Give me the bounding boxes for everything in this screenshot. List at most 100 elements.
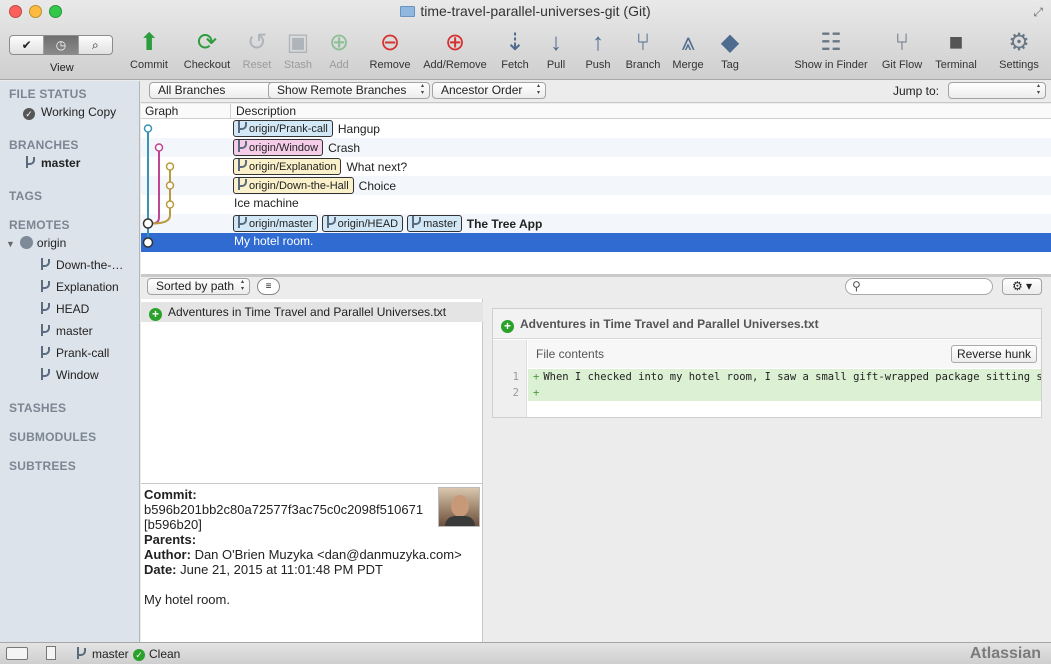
- toolbar-button-label: Push: [585, 59, 611, 71]
- commit-button[interactable]: ⬆ Commit: [128, 29, 170, 72]
- commit-message: Ice machine: [234, 196, 299, 210]
- clean-check-icon: ✓: [133, 649, 145, 661]
- push-button[interactable]: ↑ Push: [579, 30, 617, 72]
- search-view-button[interactable]: ⌕: [79, 36, 112, 54]
- disclosure-triangle-icon[interactable]: ▼: [6, 239, 15, 249]
- branch-label-badge[interactable]: origin/Prank-call: [233, 120, 333, 137]
- remote-branch-label: master: [56, 324, 93, 338]
- stashes-header[interactable]: STASHES: [9, 401, 66, 415]
- commit-message: My hotel room.: [144, 592, 230, 607]
- git-flow-button[interactable]: ⑂ Git Flow: [879, 30, 925, 72]
- fullscreen-icon[interactable]: ⤢: [1033, 5, 1043, 20]
- file-search-input[interactable]: ⚲: [845, 278, 993, 295]
- commit-icon: ⬆: [138, 29, 160, 56]
- remote-branches-select[interactable]: Show Remote Branches: [268, 82, 430, 99]
- branch-label-text: origin/Window: [249, 142, 319, 154]
- commit-list-header: Graph Description: [141, 104, 1051, 119]
- branch-label-badge[interactable]: origin/Window: [233, 139, 324, 156]
- settings-button[interactable]: ⚙ Settings: [995, 30, 1043, 72]
- sidebar-item-master[interactable]: master: [25, 156, 80, 170]
- file-options-gear-button[interactable]: ⚙ ▾: [1002, 278, 1042, 295]
- commit-row[interactable]: origin/Window Crash: [141, 138, 1051, 157]
- fetch-button[interactable]: ⇣ Fetch: [496, 29, 534, 72]
- view-segmented-control: ✔ ◷ ⌕: [9, 35, 113, 55]
- status-branch: master: [76, 647, 129, 661]
- commit-row[interactable]: Ice machine: [141, 195, 1051, 214]
- file-status-view-button[interactable]: ✔: [10, 36, 45, 54]
- add-remove-button[interactable]: ⊕ Add/Remove: [420, 30, 490, 72]
- fetch-icon: ⇣: [504, 29, 526, 56]
- file-list-item[interactable]: + Adventures in Time Travel and Parallel …: [141, 302, 483, 322]
- sidebar-item-remote-branch[interactable]: HEAD: [40, 302, 89, 316]
- branch-label-text: origin/Prank-call: [249, 123, 328, 135]
- hunk-header: File contents Reverse hunk: [528, 340, 1041, 368]
- stash-button[interactable]: ▣ Stash: [279, 29, 317, 72]
- checkout-button[interactable]: ⟳ Checkout: [181, 29, 233, 72]
- sidebar-toggle-icon[interactable]: [6, 647, 28, 660]
- toolbar-button-label: Settings: [999, 59, 1039, 71]
- sort-select[interactable]: Sorted by path: [147, 278, 250, 295]
- branches-header[interactable]: BRANCHES: [9, 138, 79, 152]
- tags-header[interactable]: TAGS: [9, 189, 42, 203]
- log-view-button[interactable]: ◷: [44, 36, 79, 54]
- sidebar-item-origin[interactable]: ▼ origin: [6, 236, 66, 250]
- description-column-header[interactable]: Description: [230, 104, 296, 119]
- remote-branch-label: Prank-call: [56, 346, 110, 360]
- sidebar-item-remote-branch[interactable]: Explanation: [40, 280, 119, 294]
- diff-box: + Adventures in Time Travel and Parallel …: [492, 308, 1042, 418]
- toolbar-button-label: Remove: [369, 59, 411, 71]
- commit-message: Hangup: [337, 121, 380, 136]
- panel-toggle-icon[interactable]: [46, 646, 56, 660]
- graph-lane-line: [151, 166, 171, 225]
- show-in-finder-button[interactable]: ☷ Show in Finder: [791, 30, 871, 72]
- branch-label-badge[interactable]: origin/HEAD: [321, 215, 404, 232]
- author-value: Dan O'Brien Muzyka <dan@danmuzyka.com>: [194, 547, 462, 562]
- branch-icon: [237, 159, 247, 171]
- remotes-header[interactable]: REMOTES: [9, 218, 70, 232]
- jump-to-select[interactable]: [948, 82, 1046, 99]
- branch-button[interactable]: ⑂ Branch: [623, 30, 663, 72]
- add-button[interactable]: ⊕ Add: [320, 30, 358, 72]
- submodules-header[interactable]: SUBMODULES: [9, 430, 96, 444]
- tag-button[interactable]: ◆ Tag: [712, 30, 748, 72]
- pull-button[interactable]: ↓ Pull: [537, 30, 575, 72]
- folder-icon: [400, 6, 416, 17]
- remote-branch-label: Window: [56, 368, 99, 382]
- subtrees-header[interactable]: SUBTREES: [9, 459, 76, 473]
- commit-row[interactable]: origin/Explanation What next?: [141, 157, 1051, 176]
- remote-branch-label: Explanation: [56, 280, 119, 294]
- commit-hash: b596b201bb2c80a72577f3ac75c0c2098f510671: [144, 502, 424, 517]
- sidebar-item-remote-branch[interactable]: Window: [40, 368, 99, 382]
- commit-row[interactable]: origin/Prank-call Hangup: [141, 119, 1051, 138]
- sidebar-item-working-copy[interactable]: ✓ Working Copy: [23, 105, 116, 120]
- reverse-hunk-button[interactable]: Reverse hunk: [950, 345, 1037, 363]
- commit-row[interactable]: My hotel room.: [141, 233, 1051, 252]
- file-status-header[interactable]: FILE STATUS: [9, 87, 87, 101]
- sidebar-item-remote-branch[interactable]: master: [40, 324, 93, 338]
- checkout-icon: ⟳: [196, 29, 218, 56]
- list-view-icon[interactable]: ≡: [257, 278, 280, 295]
- toolbar-button-label: Pull: [546, 59, 566, 71]
- branch-icon: [40, 346, 50, 358]
- sidebar-item-remote-branch[interactable]: Prank-call: [40, 346, 109, 360]
- branch-label-badge[interactable]: origin/master: [233, 215, 318, 232]
- commit-message: What next?: [346, 159, 408, 174]
- branch-label-badge[interactable]: master: [407, 215, 462, 232]
- branch-label-badge[interactable]: origin/Down-the-Hall: [233, 177, 354, 194]
- remove-button[interactable]: ⊖ Remove: [367, 30, 413, 72]
- merge-button[interactable]: ⩓ Merge: [668, 30, 708, 72]
- reset-button[interactable]: ↺ Reset: [238, 30, 276, 72]
- graph-column-header[interactable]: Graph: [145, 104, 178, 118]
- commit-row[interactable]: origin/Down-the-Hall Choice: [141, 176, 1051, 195]
- line-text: When I checked into my hotel room, I saw…: [543, 371, 1041, 383]
- commit-description: Ice machine: [233, 196, 299, 210]
- branch-label-badge[interactable]: origin/Explanation: [233, 158, 342, 175]
- order-select[interactable]: Ancestor Order: [432, 82, 546, 99]
- commit-row[interactable]: origin/master origin/HEAD master The Tree A…: [141, 214, 1051, 233]
- date-value: June 21, 2015 at 11:01:48 PM PDT: [180, 562, 383, 577]
- commit-details: Commit: b596b201bb2c80a72577f3ac75c0c209…: [141, 483, 483, 642]
- terminal-button[interactable]: ■ Terminal: [932, 30, 980, 72]
- sidebar-item-remote-branch[interactable]: Down-the-…: [40, 258, 123, 272]
- stash-icon: ▣: [286, 29, 310, 56]
- commit-graph-dot: [165, 200, 175, 209]
